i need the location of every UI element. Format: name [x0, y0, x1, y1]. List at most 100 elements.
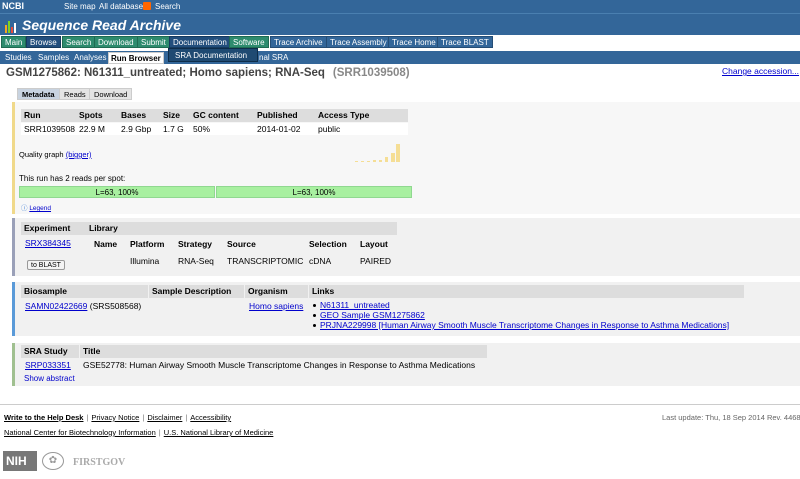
read-bar-2: L=63, 100% — [216, 186, 412, 198]
col-gc: GC content — [190, 109, 254, 122]
show-abstract-link[interactable]: Show abstract — [24, 374, 75, 383]
run-panel: Run Spots Bases Size GC content Publishe… — [12, 102, 800, 214]
tab-reads[interactable]: Reads — [59, 88, 91, 100]
nav-documentation[interactable]: Documentation — [169, 36, 231, 48]
lib-selection-cell: cDNA — [309, 256, 332, 266]
nih-logo[interactable]: NIH — [3, 451, 37, 471]
list-item: GEO Sample GSM1275862 — [311, 310, 729, 320]
search-link[interactable]: Search — [155, 2, 180, 11]
study-panel: SRA Study Title SRP033351 GSE52778: Huma… — [12, 343, 800, 386]
sra-study-header: SRA Study — [21, 345, 79, 358]
to-blast-button[interactable]: to BLAST — [27, 260, 65, 270]
change-accession-link[interactable]: Change accession... — [722, 66, 799, 76]
nav-trace-archive[interactable]: Trace Archive — [270, 36, 327, 48]
nav-search[interactable]: Search — [62, 36, 96, 48]
rss-icon[interactable] — [143, 2, 151, 10]
nav-trace-blast[interactable]: Trace BLAST — [437, 36, 493, 48]
study-title: GSE52778: Human Airway Smooth Muscle Tra… — [83, 360, 476, 370]
library-header: Library — [86, 222, 397, 235]
tab-download[interactable]: Download — [89, 88, 133, 100]
bioproject-link[interactable]: PRJNA229998 [Human Airway Smooth Muscle … — [320, 320, 729, 330]
footer-links-row-2: National Center for Biotechnology Inform… — [4, 428, 274, 437]
all-databases-link[interactable]: All databases — [99, 2, 147, 11]
sample-link[interactable]: N61311_untreated — [320, 300, 390, 310]
access-cell: public — [315, 123, 408, 135]
lib-col-name: Name — [94, 239, 118, 249]
lib-strategy-cell: RNA-Seq — [178, 256, 214, 266]
nav-trace-home[interactable]: Trace Home — [388, 36, 440, 48]
published-cell: 2014-01-02 — [254, 123, 315, 135]
site-map-link[interactable]: Site map — [64, 2, 96, 11]
col-size: Size — [160, 109, 190, 122]
links-header: Links — [309, 285, 744, 298]
page-title: GSM1275862: N61311_untreated; Homo sapie… — [6, 67, 410, 79]
title-bar: Sequence Read Archive — [0, 13, 800, 35]
ncbi-link[interactable]: National Center for Biotechnology Inform… — [4, 428, 156, 437]
experiment-accession-link[interactable]: SRX384345 — [25, 238, 71, 248]
biosample-panel: Biosample Sample Description Organism Li… — [12, 282, 800, 336]
subnav-sra[interactable]: nal SRA — [257, 52, 290, 64]
sra-logo-icon — [5, 19, 19, 33]
geo-sample-link[interactable]: GEO Sample GSM1275862 — [320, 310, 425, 320]
col-bases: Bases — [118, 109, 160, 122]
accessibility-link[interactable]: Accessibility — [190, 413, 231, 422]
nav-browse[interactable]: Browse — [26, 36, 61, 48]
legend[interactable]: ⓘ Legend — [21, 202, 51, 212]
title-header: Title — [80, 345, 487, 358]
firstgov-logo[interactable]: FIRSTGOV — [73, 457, 125, 468]
size-cell: 1.7 G — [160, 123, 190, 135]
organism-header: Organism — [245, 285, 308, 298]
list-item: N61311_untreated — [311, 300, 729, 310]
nav-submit[interactable]: Submit — [137, 36, 170, 48]
lib-layout-cell: PAIRED — [360, 256, 392, 266]
reads-per-spot-text: This run has 2 reads per spot: — [19, 174, 126, 183]
col-published: Published — [254, 109, 315, 122]
experiment-panel: Experiment Library SRX384345 to BLAST Na… — [12, 218, 800, 276]
lib-platform-cell: Illumina — [130, 256, 160, 266]
quality-bigger-link[interactable]: (bigger) — [66, 150, 92, 159]
help-desk-link[interactable]: Write to the Help Desk — [4, 413, 83, 422]
sra-documentation-menu-item[interactable]: SRA Documentation — [168, 48, 258, 62]
nav-main[interactable]: Main — [1, 36, 27, 48]
quality-graph[interactable] — [355, 142, 400, 162]
read-bar-1: L=63, 100% — [19, 186, 215, 198]
main-nav: Main Browse Search Download Submit Docum… — [0, 35, 800, 49]
run-title: GSM1275862: N61311_untreated; Homo sapie… — [6, 67, 325, 79]
subnav-studies[interactable]: Studies — [3, 52, 34, 64]
biosample-alt-accession: (SRS508568) — [89, 301, 142, 311]
biosample-header: Biosample — [21, 285, 148, 298]
sample-description-header: Sample Description — [149, 285, 244, 298]
subnav-run-browser[interactable]: Run Browser — [108, 52, 164, 64]
nlm-link[interactable]: U.S. National Library of Medicine — [164, 428, 274, 437]
subnav-analyses[interactable]: Analyses — [72, 52, 108, 64]
app-title[interactable]: Sequence Read Archive — [22, 17, 181, 33]
lib-col-strategy: Strategy — [178, 239, 213, 249]
tab-metadata[interactable]: Metadata — [17, 88, 60, 100]
privacy-link[interactable]: Privacy Notice — [91, 413, 139, 422]
nav-software[interactable]: Software — [229, 36, 269, 48]
organism-link[interactable]: Homo sapiens — [249, 301, 303, 311]
experiment-header: Experiment — [21, 222, 86, 235]
biosample-accession-link[interactable]: SAMN02422669 — [25, 301, 87, 311]
run-accession: (SRR1039508) — [332, 67, 410, 79]
run-cell: SRR1039508 — [21, 123, 76, 135]
top-bar: NCBI Site map All databases Search — [0, 0, 800, 13]
nav-trace-assembly[interactable]: Trace Assembly — [326, 36, 391, 48]
lib-col-platform: Platform — [130, 239, 165, 249]
info-icon: ⓘ — [21, 205, 28, 212]
last-update: Last update: Thu, 18 Sep 2014 Rev. 44680… — [662, 413, 800, 422]
ncbi-logo[interactable]: NCBI — [2, 1, 24, 11]
links-list: N61311_untreated GEO Sample GSM1275862 P… — [311, 300, 729, 330]
list-item: PRJNA229998 [Human Airway Smooth Muscle … — [311, 320, 729, 330]
hhs-eagle-icon[interactable]: ✿ — [42, 452, 64, 470]
gc-cell: 50% — [190, 123, 254, 135]
sub-nav: Studies Samples Analyses Run Browser nal… — [0, 50, 800, 64]
col-access: Access Type — [315, 109, 408, 122]
quality-label: Quality graph — [19, 150, 64, 159]
study-accession-link[interactable]: SRP033351 — [25, 360, 71, 370]
disclaimer-link[interactable]: Disclaimer — [147, 413, 182, 422]
legend-link[interactable]: Legend — [29, 205, 51, 212]
col-run: Run — [21, 109, 76, 122]
nav-download[interactable]: Download — [94, 36, 138, 48]
subnav-samples[interactable]: Samples — [36, 52, 71, 64]
